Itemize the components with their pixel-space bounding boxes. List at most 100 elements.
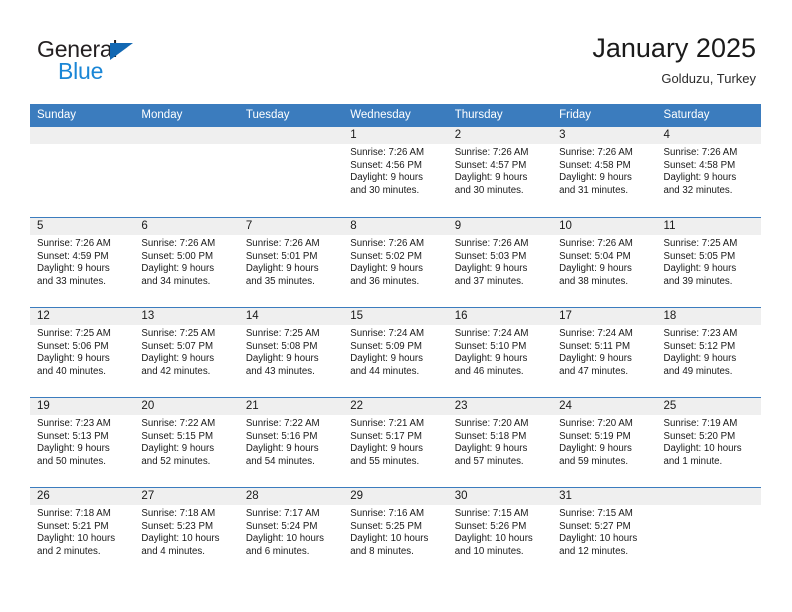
day-sun-info: Sunrise: 7:25 AM Sunset: 5:08 PM Daylight:… [239, 325, 343, 378]
calendar-day-cell[interactable]: 26 Sunrise: 7:18 AM Sunset: 5:21 PM Dayligh… [30, 488, 135, 577]
sunrise-time: Sunrise: 7:18 AM [37, 508, 111, 519]
calendar-day-cell[interactable]: 8 Sunrise: 7:26 AM Sunset: 5:02 PM Daylight… [343, 218, 448, 307]
day-number: 13 [134, 308, 239, 325]
sunrise-time: Sunrise: 7:22 AM [141, 418, 216, 429]
weekday-header-monday: Monday [141, 109, 183, 121]
daylight-duration-line2: and 32 minutes. [663, 184, 733, 196]
calendar-day-cell[interactable]: 27 Sunrise: 7:18 AM Sunset: 5:23 PM Dayligh… [134, 488, 239, 577]
weekday-header-wednesday: Wednesday [350, 109, 411, 121]
day-sun-info: Sunrise: 7:20 AM Sunset: 5:19 PM Daylight:… [552, 415, 656, 468]
daylight-duration-line1: Daylight: 9 hours [350, 353, 423, 365]
daylight-duration-line2: and 30 minutes. [454, 184, 524, 196]
calendar-day-cell[interactable]: 2 Sunrise: 7:26 AM Sunset: 4:57 PM Daylight… [447, 127, 553, 217]
day-number: 26 [30, 488, 135, 505]
sunrise-time: Sunrise: 7:26 AM [663, 147, 738, 158]
calendar-week-row: 5 Sunrise: 7:26 AM Sunset: 4:59 PM Daylight… [30, 217, 761, 307]
daylight-duration-line2: and 57 minutes. [454, 455, 524, 467]
calendar-day-cell[interactable]: 11 Sunrise: 7:25 AM Sunset: 5:05 PM Dayligh… [656, 218, 761, 307]
calendar-week-row: 26 Sunrise: 7:18 AM Sunset: 5:21 PM Dayligh… [30, 487, 761, 577]
daylight-duration-line1: Daylight: 9 hours [663, 263, 737, 275]
calendar-day-cell[interactable]: 1 Sunrise: 7:26 AM Sunset: 4:56 PM Daylight… [343, 127, 448, 217]
calendar-day-cell[interactable]: 18 Sunrise: 7:23 AM Sunset: 5:12 PM Dayligh… [656, 308, 761, 397]
calendar-week-row: 12 Sunrise: 7:25 AM Sunset: 5:06 PM Dayligh… [30, 307, 761, 397]
day-number: 15 [343, 308, 448, 325]
calendar-day-cell[interactable]: 17 Sunrise: 7:24 AM Sunset: 5:11 PM Dayligh… [552, 308, 657, 397]
daylight-duration-line1: Daylight: 10 hours [663, 443, 742, 455]
day-sun-info: Sunrise: 7:23 AM Sunset: 5:13 PM Daylight:… [30, 415, 134, 468]
calendar-day-cell[interactable]: 29 Sunrise: 7:16 AM Sunset: 5:25 PM Dayligh… [343, 488, 448, 577]
sunrise-time: Sunrise: 7:26 AM [245, 238, 320, 249]
calendar-day-cell[interactable]: 25 Sunrise: 7:19 AM Sunset: 5:20 PM Dayligh… [656, 398, 761, 487]
calendar-day-cell[interactable]: 23 Sunrise: 7:20 AM Sunset: 5:18 PM Dayligh… [447, 398, 553, 487]
weekday-header-saturday: Saturday [663, 109, 710, 121]
daylight-duration-line2: and 2 minutes. [37, 545, 101, 557]
calendar-day-cell[interactable]: 15 Sunrise: 7:24 AM Sunset: 5:09 PM Dayligh… [343, 308, 448, 397]
day-number: 1 [343, 127, 448, 144]
calendar-day-cell[interactable]: 12 Sunrise: 7:25 AM Sunset: 5:06 PM Dayligh… [30, 308, 135, 397]
sunrise-time: Sunrise: 7:24 AM [350, 328, 425, 339]
calendar-day-cell[interactable]: 5 Sunrise: 7:26 AM Sunset: 4:59 PM Daylight… [30, 218, 135, 307]
calendar-day-cell[interactable]: 3 Sunrise: 7:26 AM Sunset: 4:58 PM Daylight… [552, 127, 657, 217]
sunset-time: Sunset: 5:05 PM [663, 250, 736, 262]
sunrise-time: Sunrise: 7:21 AM [350, 418, 425, 429]
sunrise-time: Sunrise: 7:26 AM [141, 238, 216, 249]
calendar-day-cell[interactable]: 21 Sunrise: 7:22 AM Sunset: 5:16 PM Dayligh… [238, 398, 344, 487]
day-sun-info: Sunrise: 7:25 AM Sunset: 5:07 PM Daylight:… [134, 325, 238, 378]
daylight-duration-line1: Daylight: 9 hours [350, 443, 423, 455]
sunrise-time: Sunrise: 7:19 AM [663, 418, 738, 429]
day-number: 11 [656, 218, 761, 235]
calendar-day-cell[interactable]: 16 Sunrise: 7:24 AM Sunset: 5:10 PM Dayligh… [447, 308, 553, 397]
daylight-duration-line1: Daylight: 9 hours [454, 353, 528, 365]
daylight-duration-line2: and 6 minutes. [245, 545, 310, 557]
day-sun-info: Sunrise: 7:26 AM Sunset: 4:58 PM Daylight:… [657, 144, 761, 197]
day-sun-info: Sunrise: 7:26 AM Sunset: 4:56 PM Daylight:… [343, 144, 447, 197]
calendar-day-cell[interactable]: 24 Sunrise: 7:20 AM Sunset: 5:19 PM Dayligh… [552, 398, 657, 487]
sunrise-time: Sunrise: 7:25 AM [663, 238, 738, 249]
daylight-duration-line2: and 50 minutes. [37, 455, 106, 467]
daylight-duration-line1: Daylight: 9 hours [350, 172, 423, 184]
page-subtitle-location: Golduzu, Turkey [661, 71, 756, 86]
sunset-time: Sunset: 5:02 PM [350, 250, 422, 262]
calendar-day-cell[interactable]: 7 Sunrise: 7:26 AM Sunset: 5:01 PM Daylight… [238, 218, 344, 307]
calendar-day-cell[interactable]: 28 Sunrise: 7:17 AM Sunset: 5:24 PM Dayligh… [238, 488, 344, 577]
sunrise-time: Sunrise: 7:25 AM [141, 328, 216, 339]
daylight-duration-line1: Daylight: 9 hours [141, 443, 215, 455]
daylight-duration-line2: and 49 minutes. [663, 365, 733, 377]
page-title: January 2025 [592, 33, 756, 63]
calendar-day-cell-empty [238, 127, 344, 217]
calendar-day-cell[interactable]: 30 Sunrise: 7:15 AM Sunset: 5:26 PM Dayligh… [447, 488, 553, 577]
daylight-duration-line1: Daylight: 10 hours [141, 533, 220, 545]
calendar-day-cell[interactable]: 6 Sunrise: 7:26 AM Sunset: 5:00 PM Daylight… [134, 218, 239, 307]
calendar-day-cell[interactable]: 31 Sunrise: 7:15 AM Sunset: 5:27 PM Dayligh… [552, 488, 657, 577]
sunset-time: Sunset: 4:57 PM [454, 159, 527, 171]
daylight-duration-line2: and 39 minutes. [663, 275, 733, 287]
calendar-day-cell[interactable]: 14 Sunrise: 7:25 AM Sunset: 5:08 PM Dayligh… [238, 308, 344, 397]
sunset-time: Sunset: 5:24 PM [245, 520, 318, 532]
sunrise-time: Sunrise: 7:23 AM [663, 328, 738, 339]
calendar-day-cell[interactable]: 19 Sunrise: 7:23 AM Sunset: 5:13 PM Dayligh… [30, 398, 135, 487]
day-sun-info: Sunrise: 7:26 AM Sunset: 4:57 PM Daylight:… [448, 144, 552, 197]
calendar-day-cell[interactable]: 9 Sunrise: 7:26 AM Sunset: 5:03 PM Daylight… [447, 218, 553, 307]
day-number: 23 [447, 398, 553, 415]
day-sun-info: Sunrise: 7:24 AM Sunset: 5:11 PM Daylight:… [552, 325, 656, 378]
daylight-duration-line1: Daylight: 9 hours [245, 443, 319, 455]
daylight-duration-line2: and 52 minutes. [141, 455, 211, 467]
logo-triangle-icon [110, 43, 133, 60]
sunset-time: Sunset: 5:01 PM [245, 250, 318, 262]
calendar-day-cell[interactable]: 4 Sunrise: 7:26 AM Sunset: 4:58 PM Daylight… [656, 127, 761, 217]
day-sun-info: Sunrise: 7:19 AM Sunset: 5:20 PM Daylight:… [657, 415, 761, 468]
sunset-time: Sunset: 5:03 PM [454, 250, 527, 262]
sunrise-time: Sunrise: 7:26 AM [559, 147, 633, 158]
calendar-day-cell[interactable]: 10 Sunrise: 7:26 AM Sunset: 5:04 PM Dayligh… [552, 218, 657, 307]
calendar-day-cell[interactable]: 13 Sunrise: 7:25 AM Sunset: 5:07 PM Dayligh… [134, 308, 239, 397]
daylight-duration-line2: and 59 minutes. [559, 455, 629, 467]
generalblue-logo[interactable]: General Blue [37, 36, 207, 88]
day-number: 4 [656, 127, 761, 144]
calendar-week-row: 1 Sunrise: 7:26 AM Sunset: 4:56 PM Daylight… [30, 127, 761, 217]
daylight-duration-line2: and 35 minutes. [245, 275, 315, 287]
calendar-day-cell[interactable]: 22 Sunrise: 7:21 AM Sunset: 5:17 PM Dayligh… [343, 398, 448, 487]
daylight-duration-line2: and 36 minutes. [350, 275, 420, 287]
daylight-duration-line1: Daylight: 9 hours [141, 263, 215, 275]
day-number: 25 [656, 398, 761, 415]
calendar-day-cell[interactable]: 20 Sunrise: 7:22 AM Sunset: 5:15 PM Dayligh… [134, 398, 239, 487]
